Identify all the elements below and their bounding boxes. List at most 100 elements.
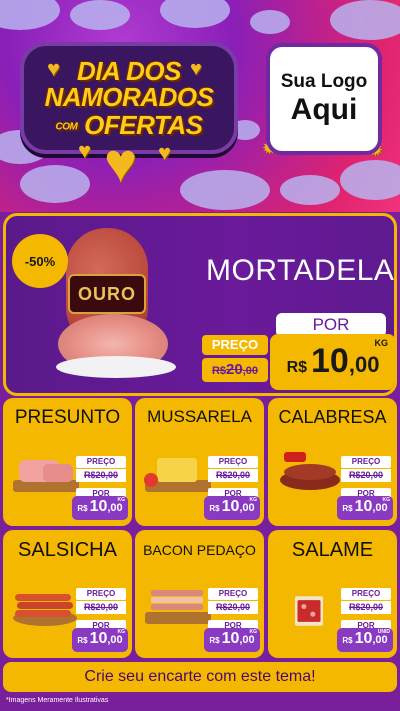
product-name: PRESUNTO [14,407,121,428]
logo-line1: Sua Logo [280,71,368,92]
preco-label: PREÇO [76,588,126,600]
product-card-bacon[interactable]: BACON PEDAÇO PREÇO R$20,00 POR R$ 10,00 KG [135,530,264,658]
currency: R$ [209,504,220,513]
price-int: 10 [89,630,108,647]
banner-line3-main: OFERTAS [84,110,203,140]
banner-line2: NAMORADOS [44,82,214,112]
preco-label: PREÇO [208,456,258,468]
cloud-decoration [330,0,400,40]
bacon-image [145,590,211,624]
heart-icon: ♥ [78,138,92,163]
product-card-calabresa[interactable]: CALABRESA PREÇO R$20,00 POR R$ 10,00 KG [268,398,397,526]
unit-label: KG [382,497,391,503]
cloud-decoration [250,10,290,34]
price-box: PREÇO R$20,00 POR [341,588,391,632]
product-card-salame[interactable]: SALAME PREÇO R$20,00 POR R$ 10,00 UNID [268,530,397,658]
cloud-decoration [160,0,230,28]
cloud-decoration [180,170,270,210]
product-name: SALSICHA [18,539,117,561]
old-price: R$20,00 [341,601,391,614]
logo-placeholder[interactable]: Sua Logo Aqui [266,43,382,155]
salsicha-image [13,594,77,626]
price-dec: ,00 [107,502,123,514]
presunto-image [13,460,79,492]
unit-label: KG [374,338,389,348]
salame-image [294,596,324,626]
new-price: R$ 10,00 UNID [337,628,393,652]
price-box: PREÇO R$20,00 POR [341,456,391,500]
discount-badge: -50% [14,236,66,286]
old-price: R$20,00 [208,601,258,614]
currency: R$ [342,636,353,645]
price-dec: ,00 [239,502,255,514]
brand-label: OURO [68,274,146,314]
header-banner: DIA DOS NAMORADOS COM OFERTAS ♥ ♥ ♥ ♥ ♥ … [0,0,400,212]
featured-product-card[interactable]: OURO -50% MORTADELA PREÇO R$20,00 POR R$… [3,213,397,396]
currency: R$ [77,636,88,645]
product-name: SALAME [291,539,374,561]
product-name: BACON PEDAÇO [143,542,256,558]
old-price-int: 20 [226,361,243,378]
currency: R$ [342,504,353,513]
product-card-mussarela[interactable]: MUSSARELA PREÇO R$20,00 POR R$ 10,00 KG [135,398,264,526]
price-box: PREÇO R$20,00 POR [76,588,126,632]
price-box: PREÇO R$20,00 POR [208,588,258,632]
unit-label: KG [117,629,126,635]
price-int: 10 [221,498,240,515]
cloud-decoration [340,160,400,200]
heart-icon: ♥ [190,58,202,80]
old-price: R$20,00 [208,469,258,482]
preco-label: PREÇO [76,456,126,468]
cloud-decoration [20,165,90,203]
preco-label: PREÇO [341,456,391,468]
old-price: R$20,00 [76,469,126,482]
old-price-currency: R$ [211,365,227,377]
cloud-decoration [70,0,130,30]
new-price: R$ 10 ,00 KG [270,334,394,390]
new-price-int: 10 [311,342,349,380]
product-card-salsicha[interactable]: SALSICHA PREÇO R$20,00 POR R$ 10,00 KG [3,530,132,658]
unit-label: KG [117,497,126,503]
preco-label: PREÇO [341,588,391,600]
unit-label: KG [249,629,258,635]
heart-icon: ♥ [158,140,172,165]
featured-product-name: MORTADELA [206,254,395,287]
disclaimer-text: *Imagens Meramente Ilustrativas [6,697,109,704]
preco-label: PREÇO [202,335,268,355]
product-card-presunto[interactable]: PRESUNTO PREÇO R$20,00 POR R$ 10,00 KG [3,398,132,526]
price-int: 10 [221,630,240,647]
calabresa-image [280,452,340,490]
plate-image [56,356,176,378]
new-price-currency: R$ [286,359,308,376]
cloud-decoration [280,175,340,205]
banner-line3-small: COM [55,121,78,133]
preco-label: PREÇO [208,588,258,600]
price-dec: ,00 [239,634,255,646]
price-int: 10 [354,498,373,515]
old-price: R$20,00 [341,469,391,482]
price-box: PREÇO R$20,00 POR [208,456,258,500]
price-int: 10 [89,498,108,515]
mussarela-image [144,458,211,492]
price-dec: ,00 [372,634,388,646]
product-name: MUSSARELA [147,407,252,426]
new-price: R$ 10,00 KG [72,496,128,520]
price-dec: ,00 [107,634,123,646]
unit-label: KG [249,497,258,503]
unit-label: UNID [377,629,390,635]
price-int: 10 [354,630,373,647]
cta-button[interactable]: Crie seu encarte com este tema! [3,662,397,692]
new-price: R$ 10,00 KG [337,496,393,520]
currency: R$ [209,636,220,645]
price-dec: ,00 [372,502,388,514]
new-price: R$ 10,00 KG [72,628,128,652]
logo-line2: Aqui [290,93,358,126]
heart-icon: ♥ [104,131,138,194]
cloud-decoration [0,0,60,30]
product-name: CALABRESA [278,407,387,427]
new-price-dec: ,00 [348,352,380,377]
heart-icon: ♥ [47,56,61,81]
price-box: PREÇO R$20,00 POR [76,456,126,500]
new-price: R$ 10,00 KG [204,496,260,520]
old-price-dec: ,00 [242,365,259,377]
